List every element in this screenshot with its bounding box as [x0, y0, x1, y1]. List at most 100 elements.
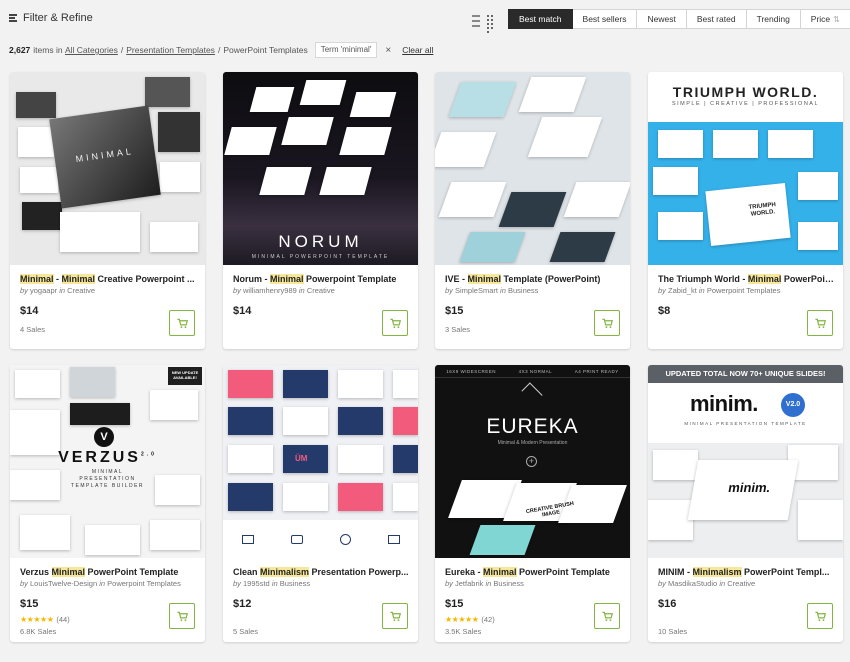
product-thumbnail[interactable] [435, 72, 630, 265]
remove-term-icon[interactable]: × [385, 45, 391, 56]
category-link[interactable]: Business [508, 286, 538, 295]
slide-preview [319, 167, 372, 195]
add-to-cart-button[interactable] [382, 310, 408, 336]
product-card[interactable]: IVE - Minimal Template (PowerPoint) by S… [435, 72, 630, 349]
product-title[interactable]: IVE - Minimal Template (PowerPoint) [445, 274, 621, 285]
result-count: 2,627 [9, 45, 31, 55]
category-link[interactable]: Powerpoint Templates [707, 286, 781, 295]
product-info: Verzus Minimal PowerPoint Template by Lo… [20, 567, 197, 588]
author-link[interactable]: Jetfabrik [455, 579, 483, 588]
in-text: in [271, 579, 278, 588]
product-title[interactable]: MINIM - Minimalism PowerPoint Templ... [658, 567, 834, 578]
product-card[interactable]: MINIMAL Minimal - Minimal Creative Power… [10, 72, 205, 349]
product-title[interactable]: The Triumph World - Minimal PowerPoint .… [658, 274, 834, 285]
product-thumbnail[interactable]: UPDATED TOTAL NOW 70+ UNIQUE SLIDES! min… [648, 365, 843, 558]
clear-all-link[interactable]: Clear all [402, 45, 433, 55]
product-title[interactable]: Norum - Minimal Powerpoint Template [233, 274, 409, 285]
slide-preview [469, 525, 536, 555]
slide-preview [798, 172, 838, 200]
product-title[interactable]: Eureka - Minimal PowerPoint Template [445, 567, 621, 578]
product-thumbnail[interactable]: TRIUMPH WORLD. SIMPLE | CREATIVE | PROFE… [648, 72, 843, 265]
product-card[interactable]: 16X9 WIDESCREEN 4X3 NORMAL A4 PRINT READ… [435, 365, 630, 642]
author-link[interactable]: Zabid_kt [668, 286, 697, 295]
thumb-subtitle: SIMPLE | CREATIVE | PROFESSIONAL [671, 101, 820, 107]
sort-best-sellers[interactable]: Best sellers [572, 9, 638, 29]
product-title[interactable]: Minimal - Minimal Creative Powerpoint ..… [20, 274, 196, 285]
breadcrumb-presentation-templates[interactable]: Presentation Templates [126, 45, 215, 55]
slide-preview [20, 167, 58, 193]
slide-preview [338, 445, 383, 473]
product-card[interactable]: ÜM Clean Minimalism Presentation Powerp.… [223, 365, 418, 642]
format-tag: 4X3 NORMAL [518, 369, 553, 374]
author-link[interactable]: SimpleSmart [455, 286, 498, 295]
category-link[interactable]: Creative [307, 286, 335, 295]
product-title[interactable]: Verzus Minimal PowerPoint Template [20, 567, 196, 578]
product-card[interactable]: NORUM MINIMAL POWERPOINT TEMPLATE Norum … [223, 72, 418, 349]
slide-preview [658, 130, 703, 158]
breadcrumb-all-categories[interactable]: All Categories [65, 45, 118, 55]
thumb-title: EUREKA [486, 415, 579, 438]
category-link[interactable]: Business [280, 579, 310, 588]
filter-label: Filter & Refine [23, 12, 93, 24]
slide-preview [283, 370, 328, 398]
sort-price-label: Price [810, 14, 831, 24]
slide-preview [393, 483, 418, 511]
title-text: Clean [233, 567, 261, 577]
author-link[interactable]: MasdikaStudio [668, 579, 717, 588]
add-to-cart-button[interactable] [594, 310, 620, 336]
laptop-icon [387, 534, 400, 544]
slide-preview [393, 445, 418, 473]
in-text: in [298, 286, 305, 295]
sort-newest[interactable]: Newest [637, 9, 687, 29]
sales-count: 5 Sales [233, 627, 259, 636]
product-thumbnail[interactable]: MINIMAL [10, 72, 205, 265]
sort-price[interactable]: Price ⇅ [800, 9, 850, 29]
title-text: PowerPoint Template [516, 567, 610, 577]
list-view-icon[interactable] [472, 15, 480, 28]
cart-icon [389, 318, 401, 328]
product-byline: by MasdikaStudio in Creative [658, 579, 835, 588]
hero-slide-title: ÜM [295, 454, 308, 463]
slide-preview [228, 370, 273, 398]
product-thumbnail[interactable]: NORUM MINIMAL POWERPOINT TEMPLATE [223, 72, 418, 265]
product-thumbnail[interactable]: 16X9 WIDESCREEN 4X3 NORMAL A4 PRINT READ… [435, 365, 630, 558]
product-card[interactable]: NEW UPDATE AVAILABLE! V VERZUS2.0 MINIMA… [10, 365, 205, 642]
product-title[interactable]: Clean Minimalism Presentation Powerp... [233, 567, 409, 578]
title-highlight: Minimal [51, 567, 86, 577]
product-card[interactable]: UPDATED TOTAL NOW 70+ UNIQUE SLIDES! min… [648, 365, 843, 642]
add-to-cart-button[interactable] [807, 603, 833, 629]
sort-trending[interactable]: Trending [746, 9, 801, 29]
category-link[interactable]: Creative [727, 579, 755, 588]
star-rating-icon: ★★★★★ [445, 615, 479, 624]
rating-count: (44) [56, 615, 70, 624]
cart-icon [814, 611, 826, 621]
author-link[interactable]: yogaapr [30, 286, 57, 295]
author-link[interactable]: williamhenry989 [243, 286, 297, 295]
filter-refine-button[interactable]: Filter & Refine [9, 12, 93, 24]
add-to-cart-button[interactable] [382, 603, 408, 629]
category-link[interactable]: Business [493, 579, 523, 588]
sort-best-rated[interactable]: Best rated [686, 9, 747, 29]
grid-view-icon[interactable] [487, 15, 495, 33]
thumb-title: VERZUS [58, 449, 141, 466]
slide-preview [339, 127, 392, 155]
author-link[interactable]: LouisTwelve-Design [30, 579, 97, 588]
add-to-cart-button[interactable] [169, 310, 195, 336]
title-text: IVE - [445, 274, 468, 284]
add-to-cart-button[interactable] [807, 310, 833, 336]
category-link[interactable]: Creative [67, 286, 95, 295]
author-link[interactable]: 1995std [243, 579, 270, 588]
category-link[interactable]: Powerpoint Templates [107, 579, 181, 588]
slide-preview [150, 520, 200, 550]
product-thumbnail[interactable]: ÜM [223, 365, 418, 558]
slide-preview [228, 445, 273, 473]
title-text: Norum - [233, 274, 270, 284]
product-card[interactable]: TRIUMPH WORLD. SIMPLE | CREATIVE | PROFE… [648, 72, 843, 349]
by-text: by [20, 579, 28, 588]
sort-best-match[interactable]: Best match [508, 9, 573, 29]
cart-icon [814, 318, 826, 328]
product-thumbnail[interactable]: NEW UPDATE AVAILABLE! V VERZUS2.0 MINIMA… [10, 365, 205, 558]
add-to-cart-button[interactable] [594, 603, 620, 629]
title-highlight: Minimal [747, 274, 782, 284]
add-to-cart-button[interactable] [169, 603, 195, 629]
